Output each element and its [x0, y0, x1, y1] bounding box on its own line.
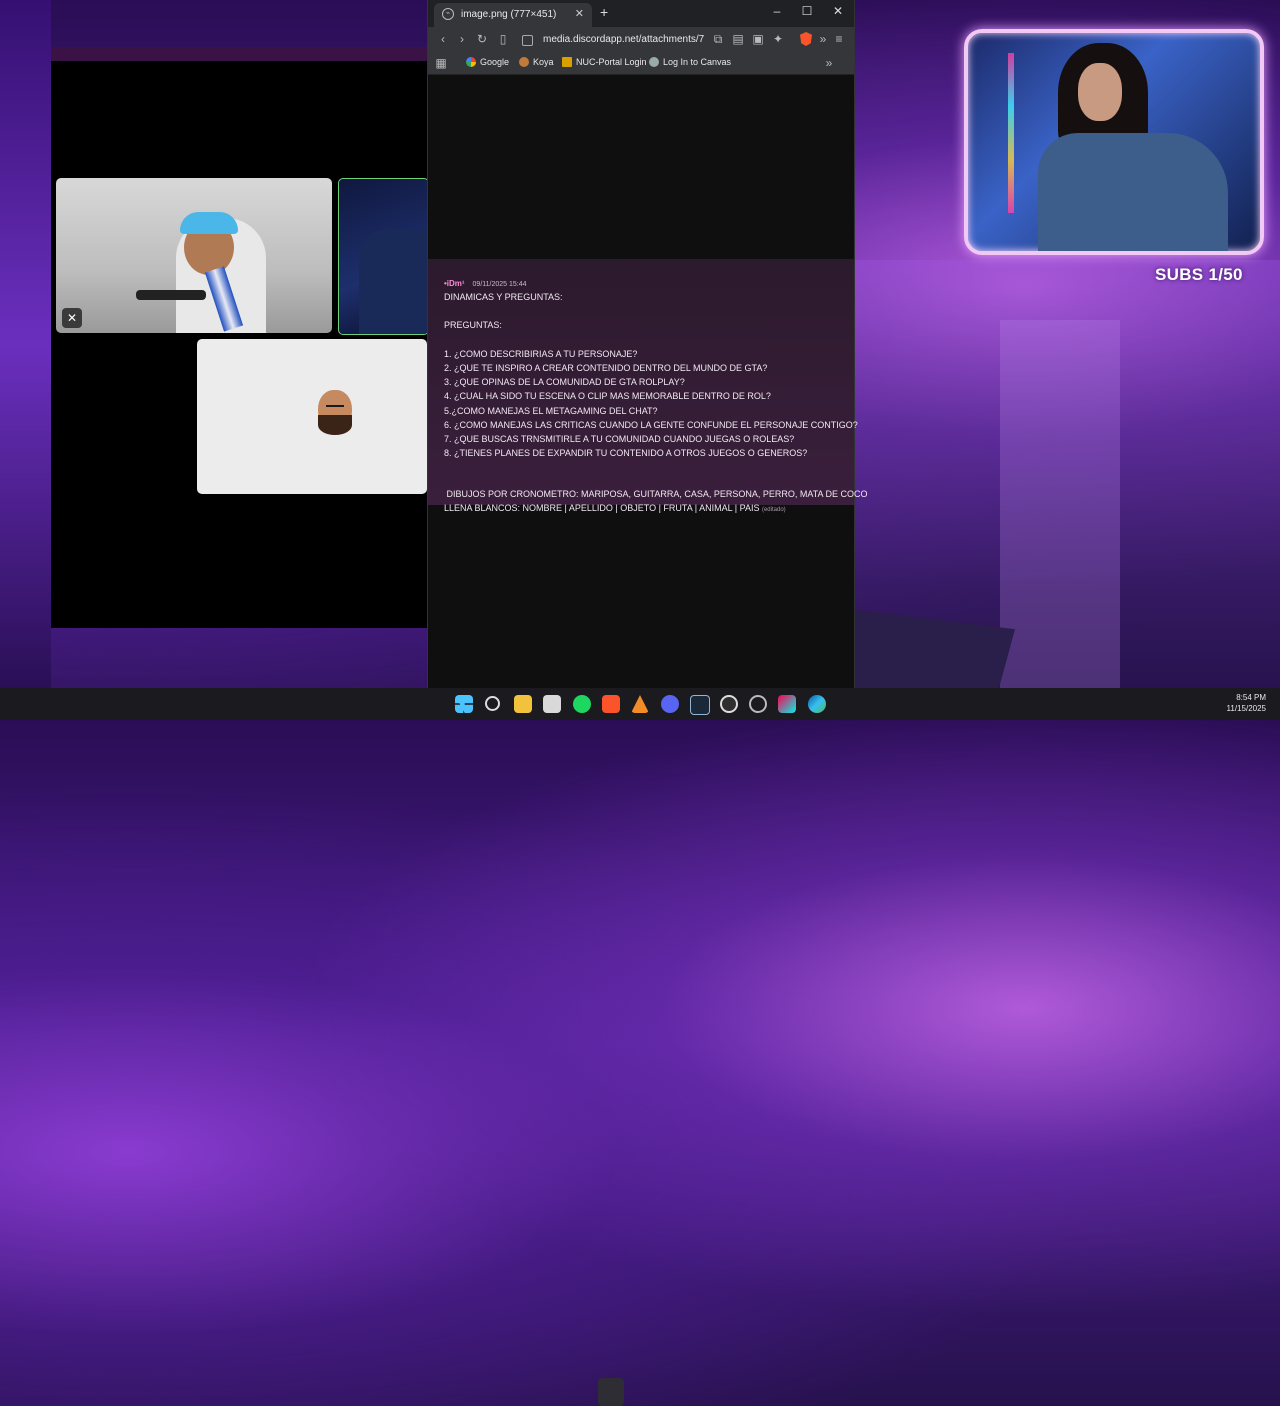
taskbar: 8:54 PM 11/15/2025 [0, 688, 1280, 1406]
reload-icon[interactable]: ↻ [475, 32, 489, 46]
tab-bar: ⌁ image.png (777×451) ✕ + – ☐ ✕ [428, 0, 854, 27]
streamer-jacket [1038, 133, 1228, 251]
address-bar[interactable]: media.discordapp.net/attachments/711 [543, 30, 705, 50]
extensions-icon[interactable]: ⧉ [711, 32, 725, 47]
message-line: 2. ¿QUE TE INSPIRO A CREAR CONTENIDO DEN… [444, 362, 768, 373]
avatar-beard [318, 415, 352, 435]
brave-icon[interactable] [602, 695, 620, 713]
browser-toolbar: ‹ › ↻ ▯ media.discordapp.net/attachments… [428, 27, 854, 53]
menu-icon[interactable]: ≡ [832, 32, 846, 46]
message-line: 6. ¿COMO MANEJAS LAS CRITICAS CUANDO LA … [444, 419, 858, 430]
discord-icon[interactable] [661, 695, 679, 713]
message-line: DIBUJOS POR CRONOMETRO: MARIPOSA, GUITAR… [444, 488, 868, 499]
microphone-arm [136, 290, 206, 300]
tab-title: image.png (777×451) [461, 9, 557, 20]
message-line: 8. ¿TIENES PLANES DE EXPANDIR TU CONTENI… [444, 448, 808, 459]
message-line: 1. ¿COMO DESCRIBIRIAS A TU PERSONAJE? [444, 348, 638, 359]
message-line [444, 475, 844, 487]
participant-avatar-tile[interactable] [197, 339, 427, 494]
message-header: •iDm¹ 09/11/2025 15:44 [444, 279, 527, 288]
close-tab-icon[interactable]: ✕ [575, 7, 584, 20]
obs-icon[interactable] [720, 695, 738, 713]
background-building [1000, 320, 1120, 688]
participant-silhouette [359, 229, 428, 334]
windows-start-icon[interactable] [455, 695, 473, 713]
message-timestamp: 09/11/2025 15:44 [472, 281, 527, 288]
mic-muted-icon[interactable]: ✕ [62, 308, 82, 328]
video-call-window: ✕ [51, 47, 429, 628]
apps-grid-icon[interactable]: ▦ [434, 56, 448, 70]
app-launcher-icon[interactable] [631, 695, 649, 713]
discord-message-image: •iDm¹ 09/11/2025 15:44 DINAMICAS Y PREGU… [428, 259, 868, 513]
bookmark-google[interactable]: Google [466, 57, 509, 67]
sidebar-icon[interactable]: ▤ [731, 32, 745, 46]
spotify-icon[interactable] [573, 695, 591, 713]
brave-shields-icon[interactable] [800, 32, 812, 46]
settings-icon[interactable] [749, 695, 767, 713]
participant-video-tile[interactable]: ✕ [56, 178, 332, 333]
message-line [444, 333, 844, 347]
file-explorer-icon[interactable] [514, 695, 532, 713]
message-line: 5.¿COMO MANEJAS EL METAGAMING DEL CHAT? [444, 405, 658, 416]
bookmarks-overflow-icon[interactable]: » [822, 56, 836, 70]
streamer-face [1078, 63, 1122, 121]
active-app-highlight [598, 1378, 624, 1406]
back-icon[interactable]: ‹ [436, 32, 450, 46]
tiktok-icon[interactable] [778, 695, 796, 713]
globe-icon: ⌁ [442, 8, 454, 20]
bookmark-icon[interactable]: ▯ [496, 32, 510, 46]
edited-tag: (editado) [761, 506, 786, 513]
search-icon[interactable] [485, 696, 500, 711]
bookmark-koya[interactable]: Koya [519, 57, 554, 67]
bar-chart-icon [562, 57, 572, 67]
puzzle-icon[interactable]: ✦ [771, 32, 785, 46]
browser-tab[interactable]: ⌁ image.png (777×451) ✕ [434, 3, 592, 27]
minimize-button[interactable]: – [770, 4, 784, 18]
google-icon [466, 57, 476, 67]
browser-window: ⌁ image.png (777×451) ✕ + – ☐ ✕ ‹ › ↻ ▯ … [427, 0, 868, 688]
maximize-button[interactable]: ☐ [800, 4, 814, 18]
clock-time: 8:54 PM [1236, 693, 1266, 702]
participant-cap [180, 212, 238, 234]
wallet-icon[interactable]: ▣ [751, 32, 765, 46]
close-window-button[interactable]: ✕ [831, 4, 845, 18]
store-icon[interactable] [543, 695, 561, 713]
bookmark-nuc-portal[interactable]: NUC-Portal Login [562, 57, 647, 67]
system-clock[interactable]: 8:54 PM 11/15/2025 [1227, 692, 1266, 714]
forward-icon[interactable]: › [455, 32, 469, 46]
avatar-eyes [326, 405, 344, 411]
participant-video-tile-2[interactable] [338, 178, 429, 335]
webcam-frame [964, 29, 1264, 255]
site-info-icon[interactable] [522, 35, 533, 46]
clock-date: 11/15/2025 [1226, 704, 1266, 713]
message-body: DINAMICAS Y PREGUNTAS: PREGUNTAS: 1. ¿COMO… [444, 290, 868, 517]
bookmarks-bar: ▦ Google Koya NUC-Portal Login Log In to… [428, 53, 854, 75]
message-line: PREGUNTAS: [444, 320, 502, 331]
background-left-panel [0, 0, 51, 688]
new-tab-button[interactable]: + [600, 4, 608, 20]
shield-icon [649, 57, 659, 67]
koya-icon [519, 57, 529, 67]
message-line: 4. ¿CUAL HA SIDO TU ESCENA O CLIP MAS ME… [444, 391, 771, 402]
message-line: DINAMICAS Y PREGUNTAS: [444, 292, 563, 302]
message-line: 3. ¿QUE OPINAS DE LA COMUNIDAD DE GTA RO… [444, 377, 685, 388]
more-tools-icon[interactable]: » [816, 32, 830, 46]
bookmark-canvas[interactable]: Log In to Canvas [649, 57, 731, 67]
message-line [444, 460, 844, 474]
message-line [444, 304, 844, 318]
message-username: •iDm¹ [444, 279, 465, 288]
message-line-last: LLENA BLANCOS: NOMBRE | APELLIDO | OBJET… [444, 501, 844, 517]
steam-icon[interactable] [690, 695, 710, 715]
message-line: LLENA BLANCOS: NOMBRE | APELLIDO | OBJET… [444, 502, 760, 513]
edge-icon[interactable] [808, 695, 826, 713]
subs-counter: SUBS 1/50 [1155, 265, 1243, 284]
rgb-lights [1008, 53, 1014, 213]
message-line: 7. ¿QUE BUSCAS TRNSMITIRLE A TU COMUNIDA… [444, 434, 795, 444]
